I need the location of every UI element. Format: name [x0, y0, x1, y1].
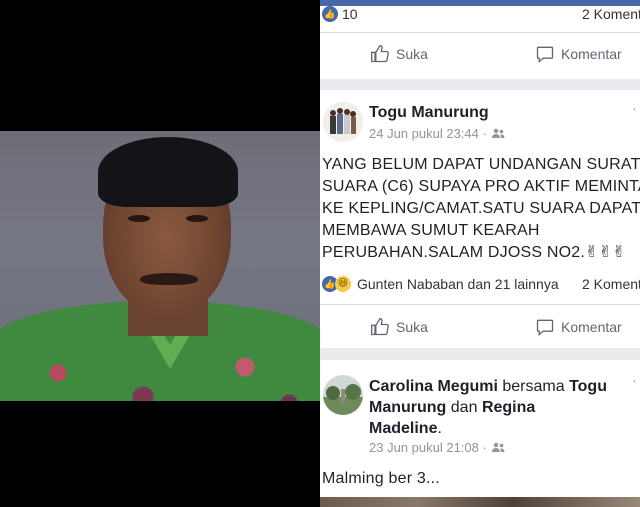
period: .: [437, 420, 442, 437]
post-timestamp[interactable]: 23 Jun pukul 21:08 ·: [369, 440, 487, 455]
reactions-summary[interactable]: 👍 😆 Gunten Nababan dan 21 lainnya 2 Kome…: [320, 276, 640, 298]
post-text-line: PERUBAHAN.SALAM DJOSS NO2.✌✌✌: [322, 244, 626, 261]
with-word: bersama: [502, 378, 565, 395]
like-label: Suka: [396, 46, 428, 62]
profile-photo: [0, 131, 320, 401]
post-timestamp[interactable]: 24 Jun pukul 23:44 ·: [369, 126, 487, 141]
news-feed[interactable]: 👍 10 2 Komentar Suka Komentar: [320, 0, 640, 507]
tagged-person-1[interactable]: Togu: [569, 378, 607, 395]
tagged-person-1-cont[interactable]: Manurung: [369, 399, 446, 416]
reactions-count: 10: [342, 6, 358, 22]
comment-label: Komentar: [561, 319, 622, 335]
post-text-line: SUARA (C6) SUPAYA PRO AKTIF MEMINTA: [322, 178, 640, 195]
like-icon: [371, 317, 389, 336]
photo-hair: [98, 137, 238, 207]
reactors-text: Gunten Nababan dan 21 lainnya: [357, 276, 559, 292]
reactions-summary[interactable]: 👍 10 2 Komentar: [320, 6, 640, 28]
photo-eye-right: [186, 215, 208, 222]
post-text-line: MEMBAWA SUMUT KEARAH: [322, 222, 540, 239]
post-text-line: KE KEPLING/CAMAT.SATU SUARA DAPAT: [322, 200, 640, 217]
author-avatar[interactable]: [323, 102, 363, 142]
like-button[interactable]: Suka: [370, 317, 428, 337]
post-header: Carolina Megumi bersama Togu Manurung da…: [369, 376, 639, 439]
landscape-photo-icon: [323, 375, 363, 415]
author-name[interactable]: Togu Manurung: [369, 104, 489, 122]
like-icon: [371, 44, 389, 63]
friends-icon: [491, 442, 505, 452]
post-meta: 23 Jun pukul 21:08 ·: [369, 440, 505, 455]
comment-icon: [536, 46, 554, 63]
and-word: dan: [450, 399, 478, 416]
more-icon[interactable]: ·: [632, 372, 637, 388]
like-reaction-icon: 👍: [322, 6, 338, 22]
post-text-line: YANG BELUM DAPAT UNDANGAN SURAT: [322, 156, 640, 173]
tagged-person-2-cont[interactable]: Madeline: [369, 420, 437, 437]
post-text: Malming ber 3...: [322, 470, 440, 487]
post-card: Carolina Megumi bersama Togu Manurung da…: [320, 360, 640, 507]
divider: [320, 32, 640, 33]
comment-label: Komentar: [561, 46, 622, 62]
author-name[interactable]: Carolina Megumi: [369, 378, 498, 395]
like-button[interactable]: Suka: [370, 44, 428, 64]
comments-count[interactable]: 2 Komentar: [582, 6, 640, 22]
post-card: Togu Manurung · 24 Jun pukul 23:44 · YAN…: [320, 90, 640, 348]
like-label: Suka: [396, 319, 428, 335]
post-image-preview[interactable]: [320, 497, 640, 507]
more-icon[interactable]: ·: [632, 100, 637, 116]
comment-icon: [536, 319, 554, 336]
haha-reaction-icon: 😆: [335, 276, 351, 292]
comment-button[interactable]: Komentar: [535, 44, 622, 64]
group-photo-icon: [323, 102, 363, 142]
post-card: 👍 10 2 Komentar Suka Komentar: [320, 6, 640, 79]
tagged-person-2[interactable]: Regina: [482, 399, 535, 416]
comments-count[interactable]: 2 Komentar: [582, 276, 640, 292]
comment-button[interactable]: Komentar: [535, 317, 622, 337]
friends-icon: [491, 128, 505, 138]
divider: [320, 304, 640, 305]
photo-mustache: [140, 273, 198, 285]
photo-eye-left: [128, 215, 150, 222]
post-meta: 24 Jun pukul 23:44 ·: [369, 126, 505, 141]
post-text: YANG BELUM DAPAT UNDANGAN SURAT SUARA (C…: [322, 154, 640, 264]
author-avatar[interactable]: [323, 375, 363, 415]
